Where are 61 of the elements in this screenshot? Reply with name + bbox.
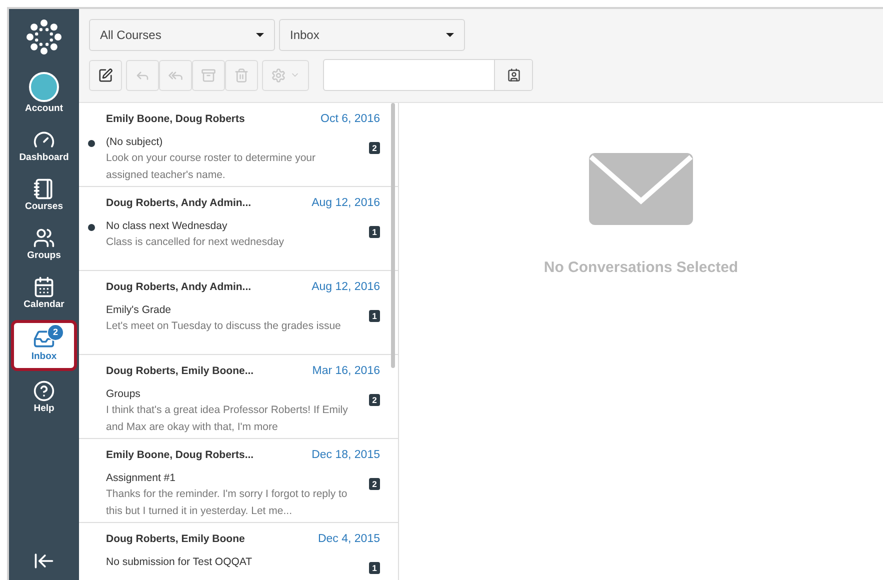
empty-state-message: No Conversations Selected — [544, 258, 738, 278]
notebook-icon — [33, 178, 55, 200]
subject: Assignment #1 — [106, 471, 176, 486]
delete-button[interactable] — [225, 60, 258, 90]
archive-icon — [201, 68, 216, 82]
compose-icon — [98, 68, 113, 82]
subject: Groups — [106, 387, 140, 402]
subject: No class next Wednesday — [106, 219, 228, 234]
inbox-icon — [33, 328, 55, 350]
message-preview: Thanks for the reminder. I'm sorry I forgot to reply to this but I turned it in yesterday. Let me... — [106, 487, 348, 520]
message-count: 1 — [369, 310, 380, 322]
nav-item[interactable]: Help — [11, 375, 77, 420]
people-icon — [33, 227, 55, 249]
message-date: Aug 12, 2016 — [312, 280, 380, 295]
settings-button[interactable] — [262, 60, 309, 90]
message-count: 2 — [369, 478, 380, 490]
message-preview: Look on your course roster to determine your assigned teacher's name. — [106, 151, 317, 184]
message-count: 1 — [369, 562, 380, 574]
course-dropdown[interactable]: All Courses — [89, 19, 275, 51]
message-count: 2 — [369, 394, 380, 406]
nav-item[interactable]: Dashboard — [11, 124, 77, 169]
archive-button[interactable] — [192, 60, 225, 90]
unread-badge: 2 — [47, 324, 64, 341]
caret-icon — [446, 33, 454, 37]
message-preview: I think that's a great idea Professor Roberts! If Emily and Max are okay with that, I'm more — [106, 403, 349, 436]
compose-button[interactable] — [89, 60, 122, 90]
participants: Doug Roberts, Emily Boone — [106, 532, 245, 547]
reply-all-button[interactable] — [159, 60, 192, 90]
caret-icon — [256, 33, 264, 37]
address-book-icon[interactable] — [506, 68, 520, 82]
nav-item[interactable]: Groups — [11, 222, 77, 267]
subject: (No subject) — [106, 135, 163, 150]
message-date: Oct 6, 2016 — [320, 112, 380, 127]
message-date: Dec 4, 2015 — [318, 532, 380, 547]
participants: Doug Roberts, Andy Admin... — [106, 280, 252, 295]
message-preview: Class is cancelled for next wednesday — [106, 235, 286, 250]
participants: Emily Boone, Doug Roberts... — [106, 448, 254, 463]
avatar-icon — [29, 72, 59, 102]
envelope-icon — [589, 153, 693, 225]
help-icon — [33, 380, 55, 402]
message-date: Mar 16, 2016 — [312, 364, 380, 379]
message-date: Dec 18, 2015 — [312, 448, 380, 463]
nav-item[interactable]: Courses — [11, 173, 77, 218]
participants: Doug Roberts, Emily Boone... — [106, 364, 254, 379]
participants: Emily Boone, Doug Roberts — [106, 112, 245, 127]
logo-icon — [26, 19, 62, 55]
participants: Doug Roberts, Andy Admin... — [106, 196, 252, 211]
trash-icon — [234, 68, 249, 82]
subject: No submission for Test OQQAT — [106, 555, 252, 570]
message-preview: Let's meet on Tuesday to discuss the grades issue — [106, 319, 342, 334]
mailbox-dropdown[interactable]: Inbox — [279, 19, 465, 51]
calendar-icon — [33, 276, 55, 298]
nav-item[interactable]: Calendar — [11, 271, 77, 316]
settings-icon — [271, 68, 286, 82]
message-date: Aug 12, 2016 — [312, 196, 380, 211]
message-count: 1 — [369, 226, 380, 238]
message-count: 2 — [369, 142, 380, 154]
nav-item[interactable]: Inbox 2 — [11, 320, 77, 371]
search-field[interactable] — [323, 59, 533, 91]
nav-item[interactable]: Account — [11, 67, 77, 120]
subject: Emily's Grade — [106, 303, 172, 318]
